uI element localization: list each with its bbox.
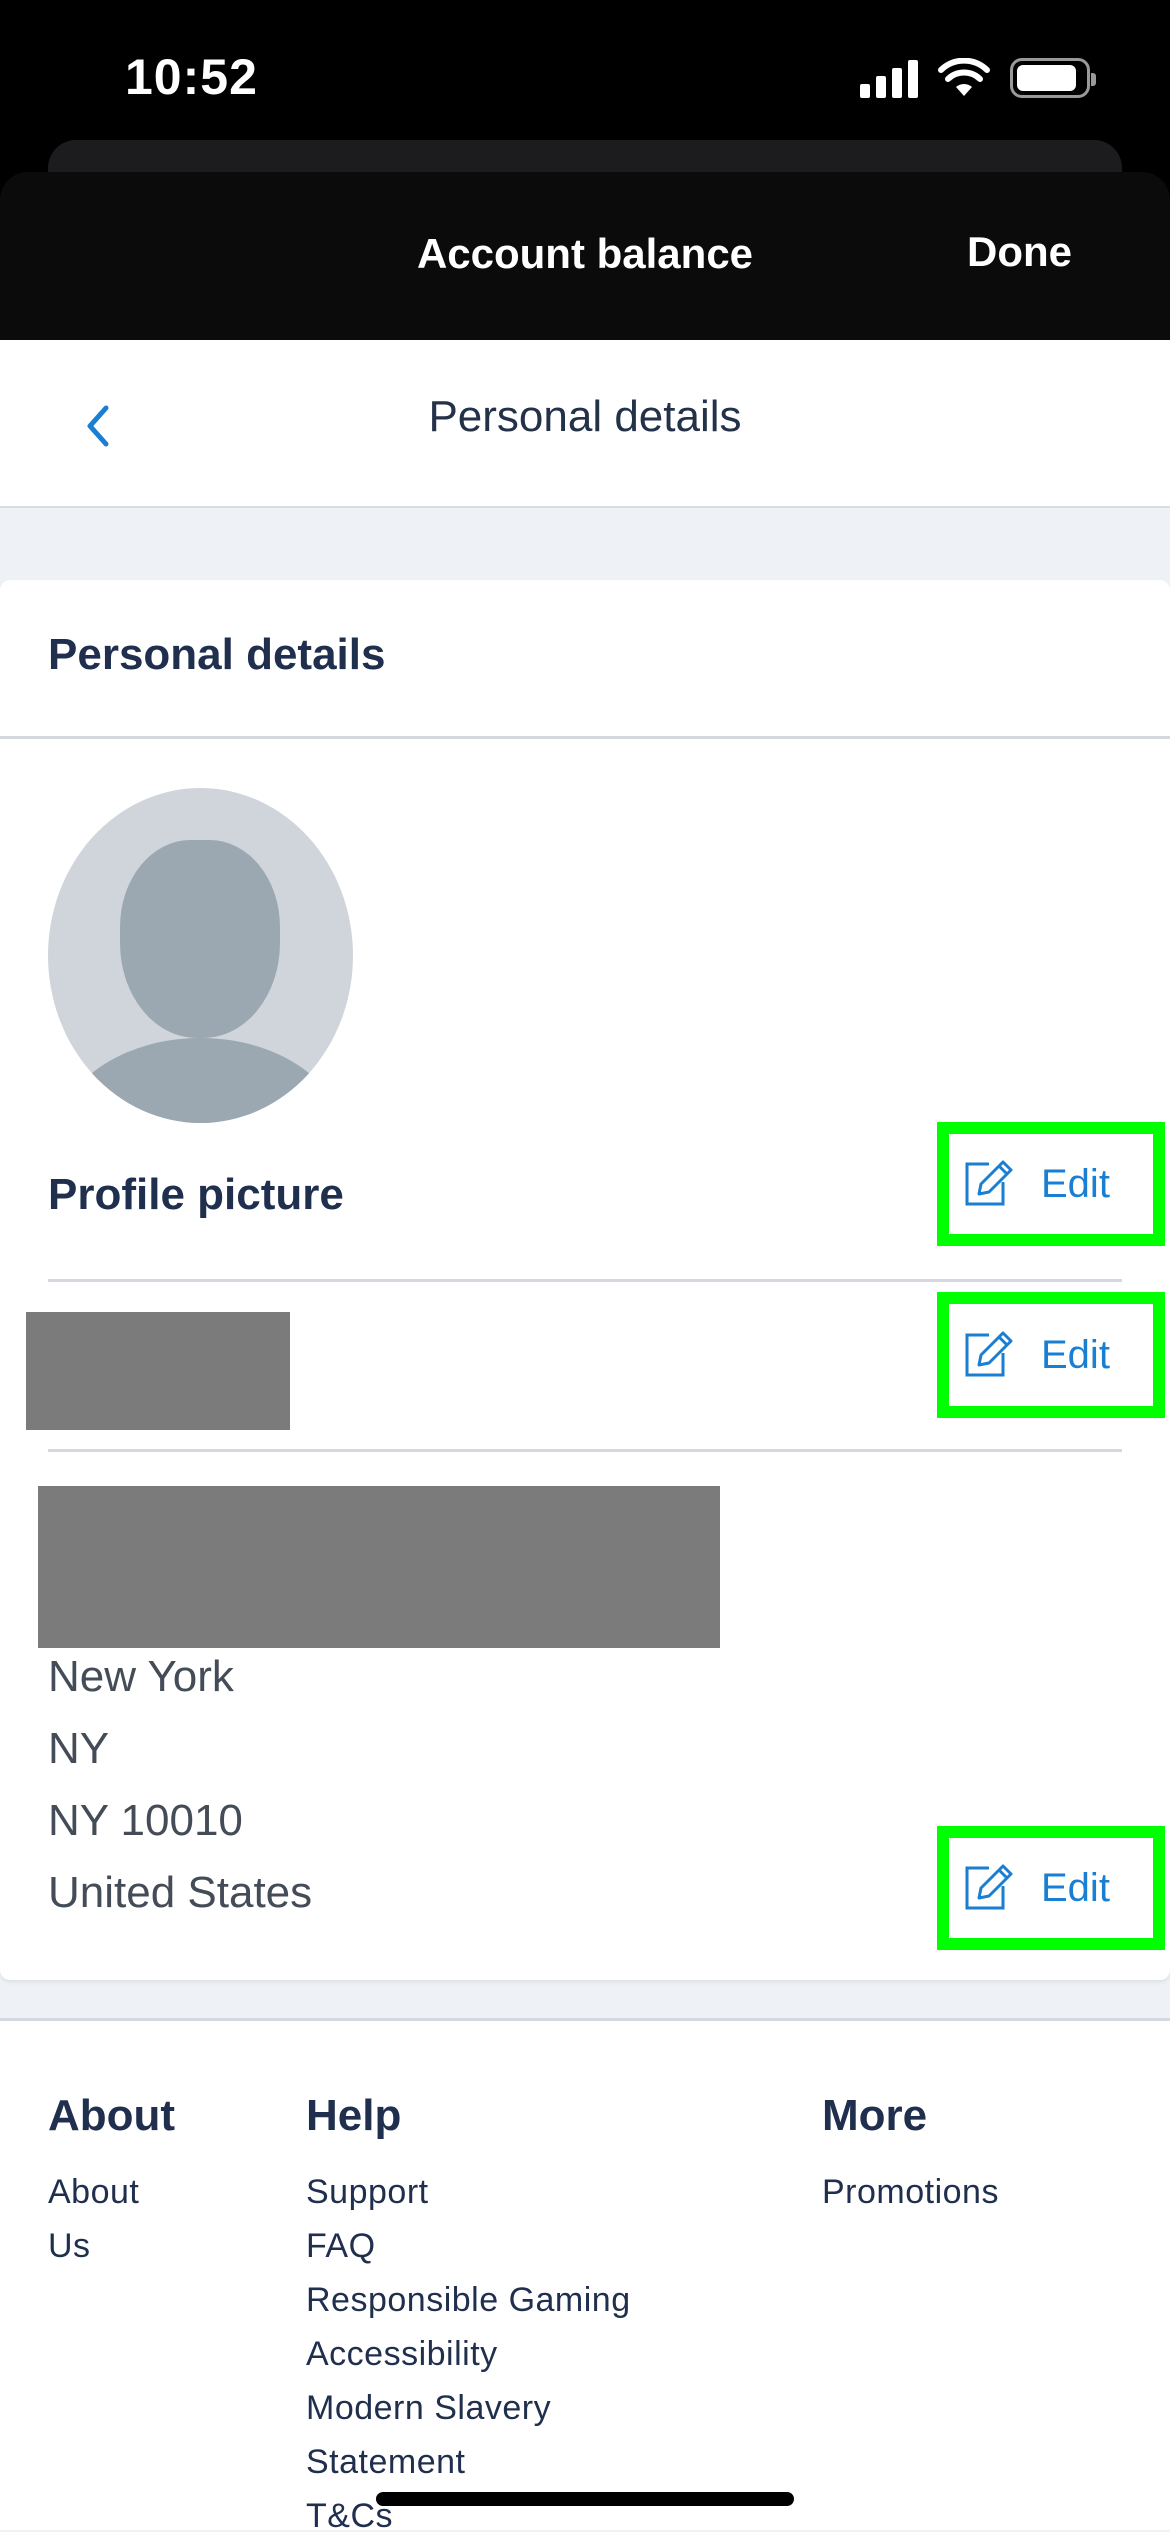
footer-link-support[interactable]: Support: [306, 2173, 429, 2212]
footer-link-promotions[interactable]: Promotions: [822, 2173, 999, 2212]
signal-icon: [860, 58, 918, 98]
battery-icon: [1010, 57, 1096, 98]
edit-icon: [965, 1160, 1013, 1206]
redacted-name: [26, 1312, 290, 1430]
status-time: 10:52: [125, 49, 258, 105]
page-title: Personal details: [428, 392, 742, 441]
footer-heading-more: More: [822, 2091, 928, 2140]
footer-link-statement[interactable]: Statement: [306, 2443, 465, 2482]
address-state: NY: [48, 1724, 110, 1773]
card-divider: [0, 736, 1170, 739]
card-title: Personal details: [48, 630, 386, 679]
wifi-icon: [938, 57, 990, 96]
row-divider: [48, 1279, 1122, 1282]
footer-link-about[interactable]: About: [48, 2173, 139, 2212]
address-city: New York: [48, 1652, 234, 1701]
row-divider: [48, 1449, 1122, 1452]
edit-highlight-name: Edit: [937, 1292, 1165, 1418]
footer: About About Us Help Support FAQ Responsi…: [0, 2018, 1170, 2532]
edit-highlight-profile: Edit: [937, 1122, 1165, 1246]
home-indicator: [376, 2492, 794, 2506]
profile-picture-label: Profile picture: [48, 1170, 344, 1219]
edit-icon: [965, 1864, 1013, 1910]
edit-highlight-address: Edit: [937, 1826, 1165, 1950]
edit-profile-picture-button[interactable]: Edit: [949, 1134, 1153, 1234]
done-button[interactable]: Done: [967, 228, 1072, 276]
edit-label: Edit: [1041, 1865, 1110, 1910]
status-icons: [860, 55, 1096, 100]
footer-link-us[interactable]: Us: [48, 2227, 91, 2266]
footer-link-responsible-gaming[interactable]: Responsible Gaming: [306, 2281, 631, 2320]
edit-icon: [965, 1331, 1013, 1377]
edit-label: Edit: [1041, 1161, 1110, 1206]
nav-bar: Personal details: [0, 340, 1170, 508]
edit-name-button[interactable]: Edit: [949, 1304, 1153, 1406]
modal-header: Account balance Done: [0, 172, 1170, 340]
redacted-address: [38, 1486, 720, 1648]
avatar-placeholder: [48, 788, 353, 1123]
footer-link-accessibility[interactable]: Accessibility: [306, 2335, 498, 2374]
footer-link-modern-slavery[interactable]: Modern Slavery: [306, 2389, 551, 2428]
address-zip: NY 10010: [48, 1796, 243, 1845]
footer-heading-about: About: [48, 2091, 176, 2140]
footer-heading-help: Help: [306, 2091, 402, 2140]
address-country: United States: [48, 1868, 313, 1917]
footer-link-faq[interactable]: FAQ: [306, 2227, 376, 2266]
status-bar: 10:52: [0, 0, 1170, 150]
edit-label: Edit: [1041, 1332, 1110, 1377]
edit-address-button[interactable]: Edit: [949, 1838, 1153, 1938]
